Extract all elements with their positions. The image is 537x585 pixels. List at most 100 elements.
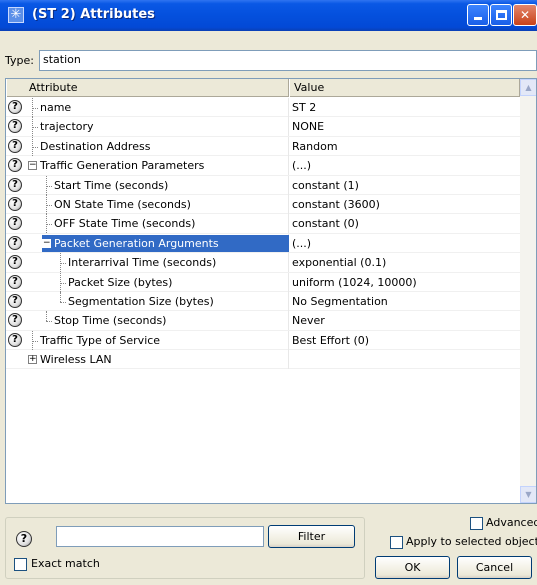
filter-button-label: Filter: [297, 530, 326, 543]
help-icon[interactable]: ?: [8, 158, 22, 173]
help-icon[interactable]: ?: [8, 216, 22, 231]
help-icon[interactable]: ?: [8, 255, 22, 270]
attribute-label: trajectory: [40, 120, 94, 134]
table-row[interactable]: ? Destination Address Random: [6, 136, 520, 157]
collapse-icon[interactable]: −: [28, 161, 37, 171]
value-cell[interactable]: Best Effort (0): [292, 331, 369, 350]
scroll-up-button[interactable]: ▲: [520, 79, 536, 96]
attribute-cell[interactable]: ? Interarrival Time (seconds): [6, 253, 289, 273]
help-icon[interactable]: ?: [16, 531, 32, 547]
table-row[interactable]: ? − Packet Generation Arguments (...): [6, 233, 520, 254]
attribute-label: Interarrival Time (seconds): [68, 256, 217, 270]
help-icon[interactable]: ?: [8, 332, 22, 347]
attribute-label: ON State Time (seconds): [54, 197, 191, 211]
attribute-label: Segmentation Size (bytes): [68, 294, 214, 308]
value-cell[interactable]: (...): [292, 156, 311, 175]
help-icon[interactable]: ?: [8, 177, 22, 192]
attribute-label: Traffic Type of Service: [40, 333, 161, 347]
close-button[interactable]: ✕: [513, 4, 537, 26]
value-cell[interactable]: exponential (0.1): [292, 253, 386, 272]
value-cell[interactable]: Random: [292, 137, 338, 156]
tree-branch: [60, 282, 66, 284]
attribute-label: Wireless LAN: [40, 353, 112, 367]
table-header: Attribute Value: [6, 79, 520, 97]
column-header-attribute[interactable]: Attribute: [6, 79, 289, 97]
collapse-icon[interactable]: −: [42, 238, 51, 248]
tree-branch: [46, 185, 52, 187]
maximize-icon: [495, 10, 507, 20]
value-cell[interactable]: constant (1): [292, 176, 359, 195]
exact-match-label[interactable]: Exact match: [31, 557, 100, 570]
attribute-cell[interactable]: ? Start Time (seconds): [6, 175, 289, 195]
value-cell[interactable]: ST 2: [292, 98, 316, 117]
attribute-cell[interactable]: ? − Traffic Generation Parameters: [6, 156, 289, 176]
table-row[interactable]: ? Interarrival Time (seconds) exponential …: [6, 253, 520, 273]
value-cell[interactable]: (...): [292, 234, 311, 253]
scroll-down-button[interactable]: ▼: [520, 486, 536, 503]
maximize-button[interactable]: [490, 4, 512, 26]
ok-button[interactable]: OK: [375, 556, 450, 579]
attribute-cell[interactable]: ? Segmentation Size (bytes): [6, 291, 289, 311]
table-row[interactable]: + Wireless LAN: [6, 350, 520, 370]
title-bar[interactable]: ✳ (ST 2) Attributes ✕: [0, 0, 537, 31]
tree-branch: [32, 108, 38, 109]
cancel-button-label: Cancel: [475, 561, 514, 574]
help-icon[interactable]: ?: [8, 313, 22, 328]
attribute-cell[interactable]: ? Destination Address: [6, 136, 289, 156]
minimize-button[interactable]: [467, 4, 489, 26]
value-cell[interactable]: constant (0): [292, 214, 359, 233]
table-row[interactable]: ? Segmentation Size (bytes) No Segmentatio…: [6, 291, 520, 312]
table-row[interactable]: ? trajectory NONE: [6, 117, 520, 137]
tree-branch: [46, 224, 52, 226]
tree-branch: [60, 301, 66, 303]
help-icon[interactable]: ?: [8, 100, 22, 114]
filter-input[interactable]: [56, 526, 264, 547]
help-icon[interactable]: ?: [8, 138, 22, 153]
table-row[interactable]: ? name ST 2: [6, 98, 520, 118]
value-cell[interactable]: Never: [292, 311, 325, 330]
apply-to-selected-checkbox[interactable]: [390, 536, 403, 549]
table-row[interactable]: ? OFF State Time (seconds) constant (0): [6, 214, 520, 234]
help-icon[interactable]: ?: [8, 196, 22, 211]
attribute-cell[interactable]: ? ON State Time (seconds): [6, 194, 289, 214]
help-icon[interactable]: ?: [8, 274, 22, 289]
apply-to-selected-label[interactable]: Apply to selected objects: [406, 535, 537, 548]
vertical-scrollbar[interactable]: ▲ ▼: [520, 79, 536, 503]
value-cell[interactable]: uniform (1024, 10000): [292, 273, 417, 292]
cancel-button[interactable]: Cancel: [457, 556, 532, 579]
attribute-cell[interactable]: ? name: [6, 98, 289, 117]
ok-button-label: OK: [404, 561, 421, 574]
attribute-cell[interactable]: + Wireless LAN: [6, 350, 289, 370]
value-cell[interactable]: constant (3600): [292, 195, 380, 214]
table-row[interactable]: ? Start Time (seconds) constant (1): [6, 175, 520, 195]
table-row[interactable]: ? Stop Time (seconds) Never: [6, 311, 520, 331]
attribute-cell[interactable]: ? OFF State Time (seconds): [6, 214, 289, 234]
table-row[interactable]: ? ON State Time (seconds) constant (3600): [6, 194, 520, 215]
help-icon[interactable]: ?: [8, 293, 22, 308]
attribute-label: OFF State Time (seconds): [54, 217, 196, 231]
attribute-cell[interactable]: ? Stop Time (seconds): [6, 311, 289, 331]
filter-button[interactable]: Filter: [268, 525, 355, 548]
table-row[interactable]: ? − Traffic Generation Parameters (...): [6, 156, 520, 176]
table-row[interactable]: ? Traffic Type of Service Best Effort (0): [6, 330, 520, 351]
table-row[interactable]: ? Packet Size (bytes) uniform (1024, 10000…: [6, 272, 520, 292]
exact-match-checkbox[interactable]: [14, 558, 27, 571]
attribute-label: Packet Generation Arguments: [54, 236, 219, 250]
expand-icon[interactable]: +: [28, 355, 37, 365]
attribute-label: Packet Size (bytes): [68, 275, 173, 289]
advanced-checkbox[interactable]: [470, 517, 483, 530]
attribute-cell[interactable]: ? − Packet Generation Arguments: [6, 233, 289, 253]
attribute-cell[interactable]: ? Packet Size (bytes): [6, 272, 289, 292]
column-header-value[interactable]: Value: [289, 79, 520, 97]
attribute-cell[interactable]: ? Traffic Type of Service: [6, 330, 289, 350]
minimize-icon: [474, 17, 482, 20]
attribute-cell[interactable]: ? trajectory: [6, 117, 289, 137]
value-cell[interactable]: NONE: [292, 117, 324, 136]
help-icon[interactable]: ?: [8, 235, 22, 250]
tree-branch: [32, 127, 38, 129]
type-label: Type:: [5, 54, 34, 67]
value-cell[interactable]: No Segmentation: [292, 292, 388, 311]
advanced-label[interactable]: Advanced: [486, 516, 537, 529]
type-field[interactable]: station: [39, 50, 537, 71]
help-icon[interactable]: ?: [8, 119, 22, 134]
